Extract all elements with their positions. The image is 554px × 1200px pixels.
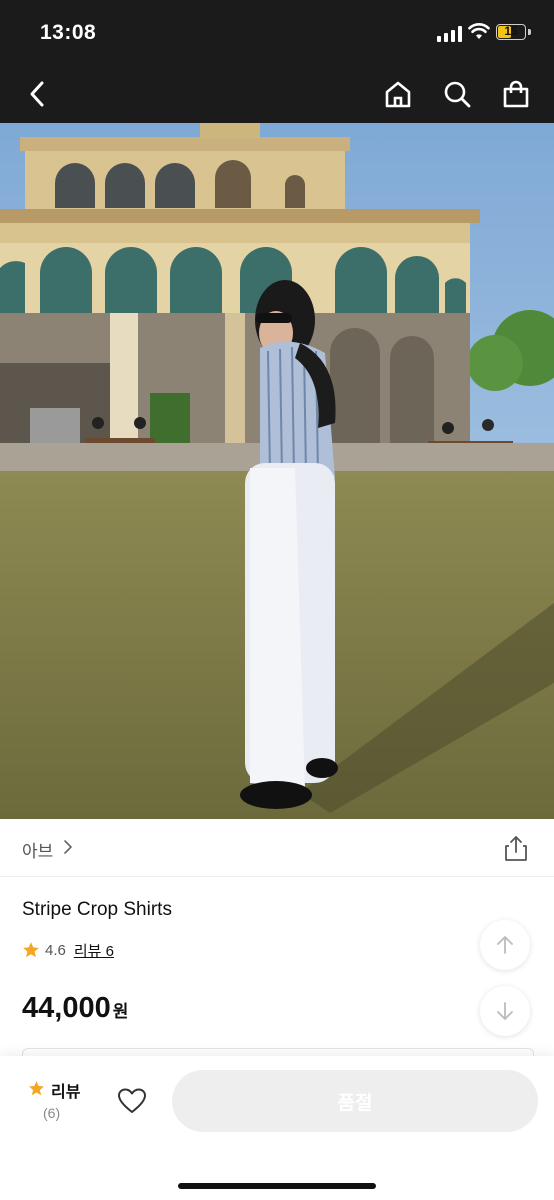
price-value: 44,000 (22, 992, 111, 1024)
rating-row: 4.6 리뷰 6 (22, 939, 114, 961)
home-indicator (178, 1183, 376, 1189)
shopping-bag-icon (503, 80, 529, 108)
bottom-action-bar: 리뷰 (6) 품절 (0, 1056, 554, 1200)
arrow-down-icon (497, 1002, 513, 1020)
review-count-link[interactable]: 리뷰 6 (74, 940, 114, 961)
top-nav-bar (0, 65, 554, 123)
review-count: (6) (43, 1105, 61, 1121)
wifi-icon (468, 23, 490, 39)
heart-icon[interactable] (117, 1087, 147, 1115)
soldout-button[interactable]: 품절 (172, 1070, 538, 1132)
cart-button[interactable] (499, 77, 533, 111)
battery-icon: 15 (496, 24, 526, 40)
share-icon[interactable] (503, 834, 529, 862)
search-icon (444, 81, 471, 108)
scroll-up-button[interactable] (480, 920, 530, 970)
cellular-signal-icon (437, 26, 462, 42)
search-button[interactable] (440, 77, 474, 111)
review-label: 리뷰 (51, 1084, 81, 1101)
star-icon (29, 1081, 44, 1096)
brand-name[interactable]: 아브 (22, 837, 53, 862)
battery-level: 15 (504, 24, 518, 38)
product-image[interactable] (0, 123, 554, 819)
brand-row[interactable]: 아브 (0, 820, 554, 877)
chevron-right-icon (64, 840, 72, 854)
status-bar: 13:08 15 (0, 0, 554, 65)
status-time: 13:08 (40, 21, 97, 44)
price-row: 44,000 원 (22, 992, 128, 1025)
rating-value: 4.6 (45, 941, 66, 959)
star-icon (23, 942, 39, 958)
currency-label: 원 (112, 1002, 129, 1021)
arrow-up-icon (497, 936, 513, 954)
back-button[interactable] (20, 77, 54, 111)
home-icon (385, 81, 411, 108)
scroll-down-button[interactable] (480, 986, 530, 1036)
home-button[interactable] (381, 77, 415, 111)
product-title: Stripe Crop Shirts (22, 899, 172, 920)
chevron-left-icon (30, 81, 44, 107)
